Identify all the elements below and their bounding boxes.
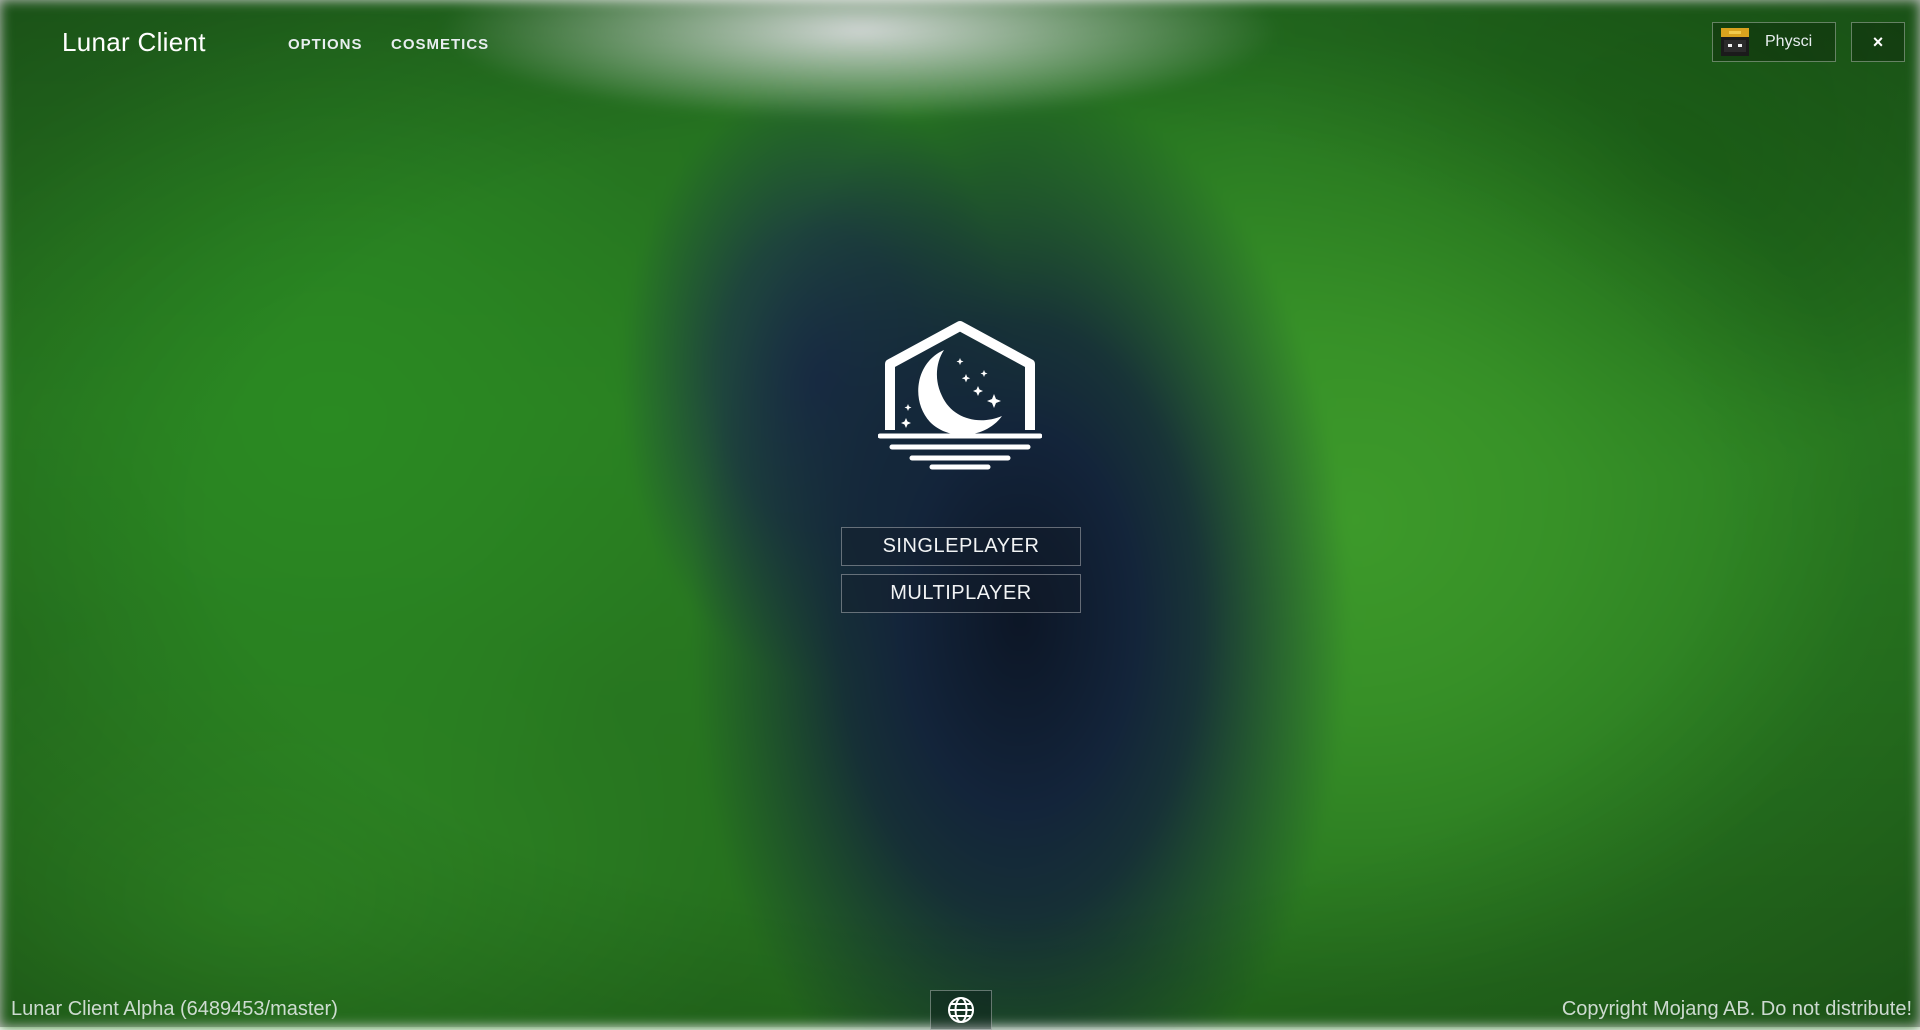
close-button[interactable]: × bbox=[1851, 22, 1905, 62]
account-button[interactable]: Physci bbox=[1712, 22, 1836, 62]
top-bar: Lunar Client OPTIONS COSMETICS Physci × bbox=[0, 0, 1920, 80]
globe-icon bbox=[946, 995, 976, 1025]
background-vignette bbox=[0, 0, 1920, 1027]
singleplayer-button[interactable]: SINGLEPLAYER bbox=[841, 527, 1081, 566]
language-button[interactable] bbox=[930, 990, 992, 1030]
version-label: Lunar Client Alpha (6489453/master) bbox=[11, 998, 338, 1021]
app-title: Lunar Client bbox=[62, 27, 206, 58]
cosmetics-link[interactable]: COSMETICS bbox=[391, 36, 489, 53]
account-username: Physci bbox=[1765, 33, 1812, 51]
lunar-moon-logo-icon bbox=[878, 320, 1042, 472]
multiplayer-button[interactable]: MULTIPLAYER bbox=[841, 574, 1081, 613]
player-head-icon bbox=[1721, 28, 1749, 56]
copyright-label: Copyright Mojang AB. Do not distribute! bbox=[1562, 998, 1912, 1021]
options-link[interactable]: OPTIONS bbox=[288, 36, 363, 53]
